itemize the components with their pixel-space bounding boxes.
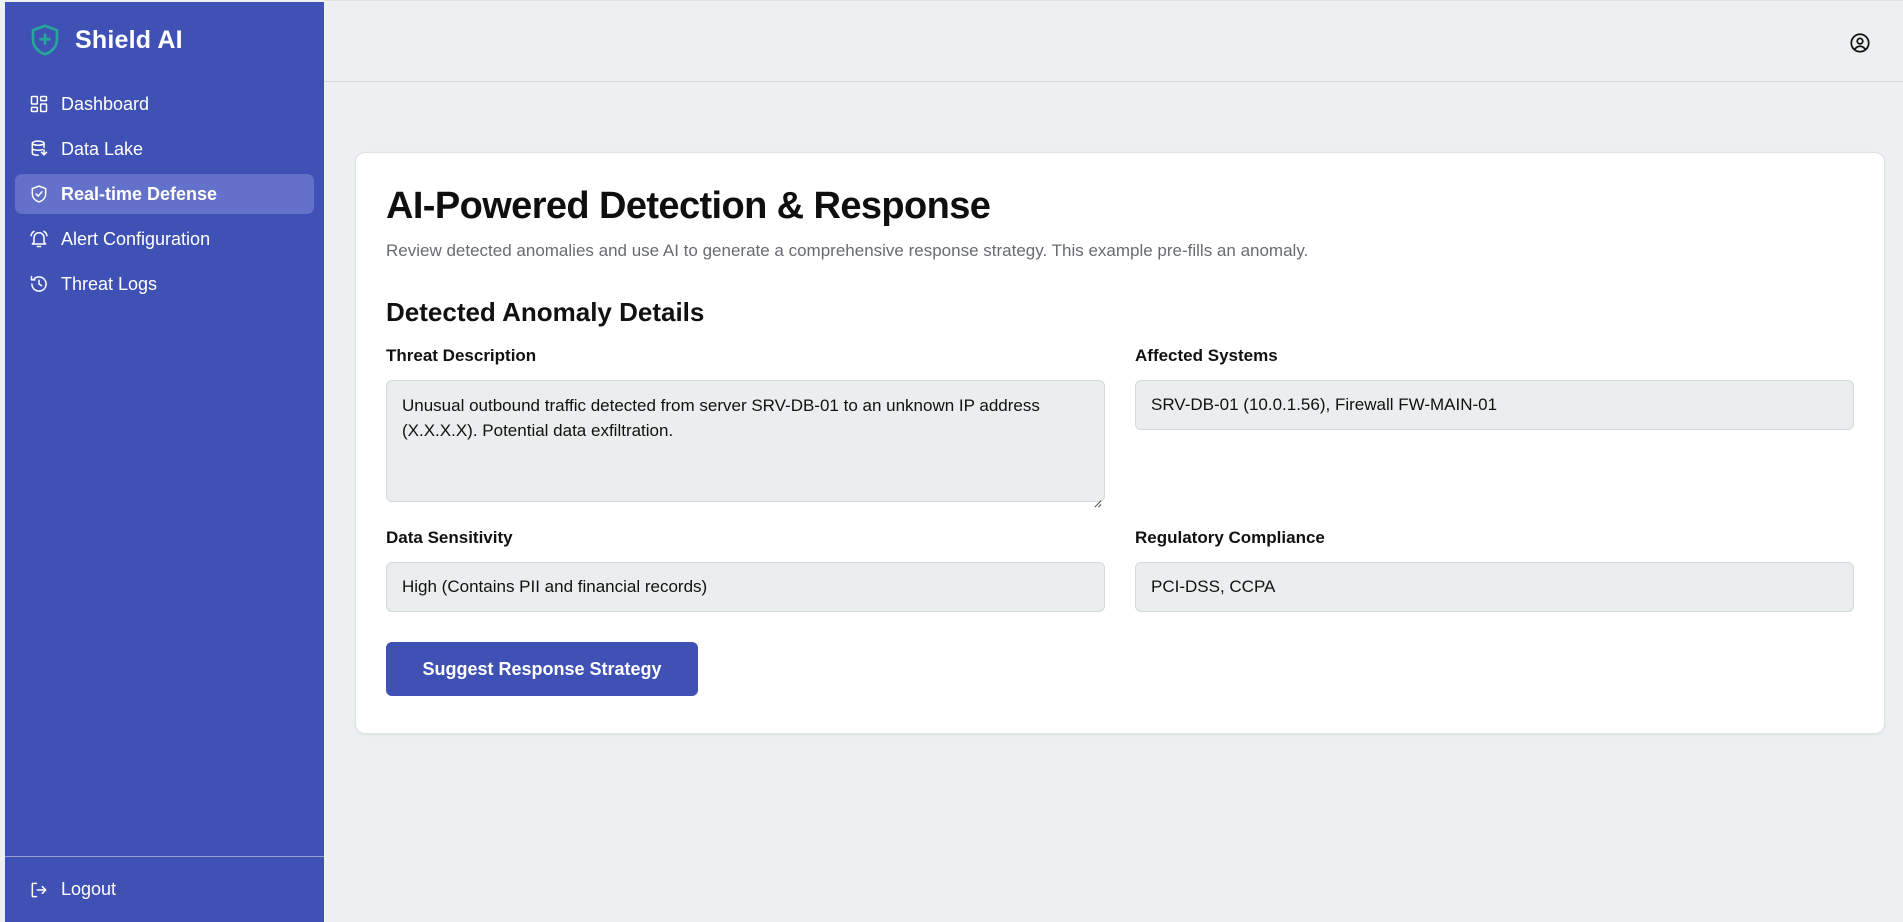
logout-icon — [29, 880, 49, 900]
sidebar-item-label: Data Lake — [61, 138, 144, 159]
regulatory-compliance-value: PCI-DSS, CCPA — [1151, 577, 1276, 596]
sidebar: Shield AI Dashboard Data Lake Real-time … — [5, 2, 324, 922]
sidebar-item-label: Real-time Defense — [61, 183, 218, 204]
bell-icon — [29, 229, 49, 249]
history-icon — [29, 274, 49, 294]
anomaly-form: Threat Description Unusual outbound traf… — [386, 346, 1854, 612]
sidebar-item-real-time-defense[interactable]: Real-time Defense — [15, 174, 314, 214]
sidebar-item-label: Alert Configuration — [61, 228, 211, 249]
logout-label: Logout — [61, 879, 117, 899]
regulatory-compliance-group: Regulatory Compliance PCI-DSS, CCPA — [1135, 528, 1854, 612]
data-sensitivity-label: Data Sensitivity — [386, 528, 513, 547]
affected-systems-value: SRV-DB-01 (10.0.1.56), Firewall FW-MAIN-… — [1151, 395, 1498, 414]
sidebar-item-data-lake[interactable]: Data Lake — [15, 129, 314, 169]
threat-description-textarea[interactable]: Unusual outbound traffic detected from s… — [386, 380, 1105, 508]
detection-response-card: AI-Powered Detection & Response Review d… — [355, 152, 1885, 734]
threat-description-label: Threat Description — [386, 346, 537, 365]
top-bar — [324, 0, 1903, 82]
shield-plus-icon — [27, 20, 63, 60]
threat-description-group: Threat Description Unusual outbound traf… — [386, 346, 1105, 508]
sidebar-item-alert-configuration[interactable]: Alert Configuration — [15, 219, 314, 259]
affected-systems-label: Affected Systems — [1135, 346, 1278, 365]
regulatory-compliance-input[interactable]: PCI-DSS, CCPA — [1135, 562, 1854, 612]
sidebar-nav: Dashboard Data Lake Real-time Defense Al… — [5, 78, 324, 309]
page-title: AI-Powered Detection & Response — [386, 185, 991, 227]
data-sensitivity-input[interactable]: High (Contains PII and financial records… — [386, 562, 1105, 612]
logout-button[interactable]: Logout — [5, 856, 324, 922]
data-sensitivity-group: Data Sensitivity High (Contains PII and … — [386, 528, 1105, 612]
page-subtitle: Review detected anomalies and use AI to … — [386, 241, 1309, 260]
brand[interactable]: Shield AI — [5, 2, 324, 78]
brand-name: Shield AI — [75, 25, 183, 54]
database-icon — [29, 139, 49, 159]
shield-check-icon — [29, 184, 49, 204]
suggest-response-strategy-button[interactable]: Suggest Response Strategy — [386, 642, 698, 696]
resize-handle-icon[interactable] — [1093, 490, 1102, 508]
sidebar-item-threat-logs[interactable]: Threat Logs — [15, 264, 314, 304]
user-circle-icon[interactable] — [1849, 32, 1871, 54]
sidebar-item-dashboard[interactable]: Dashboard — [15, 84, 314, 124]
sidebar-item-label: Threat Logs — [61, 273, 158, 294]
data-sensitivity-value: High (Contains PII and financial records… — [402, 577, 708, 596]
section-title: Detected Anomaly Details — [386, 297, 705, 327]
affected-systems-input[interactable]: SRV-DB-01 (10.0.1.56), Firewall FW-MAIN-… — [1135, 380, 1854, 430]
affected-systems-group: Affected Systems SRV-DB-01 (10.0.1.56), … — [1135, 346, 1854, 502]
dashboard-icon — [29, 94, 49, 114]
regulatory-compliance-label: Regulatory Compliance — [1135, 528, 1325, 547]
sidebar-item-label: Dashboard — [61, 93, 150, 114]
threat-description-value: Unusual outbound traffic detected from s… — [402, 396, 1040, 440]
